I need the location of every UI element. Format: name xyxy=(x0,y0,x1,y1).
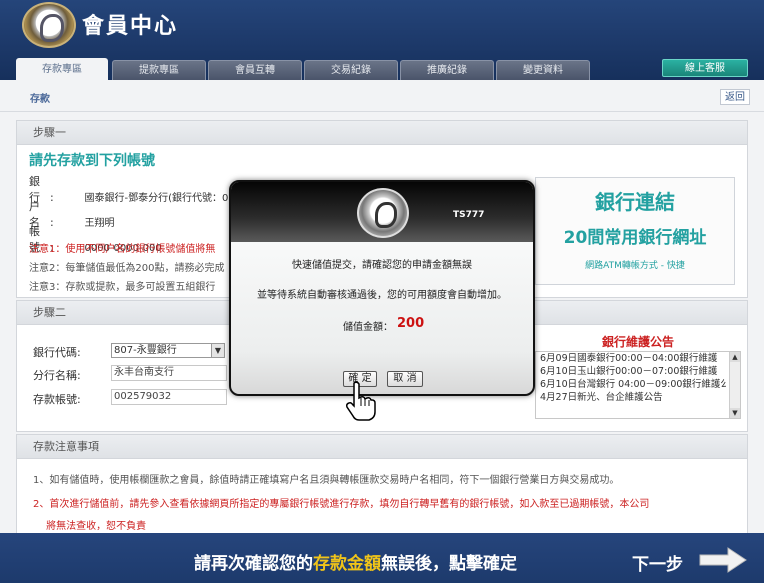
amount-label: 儲值金額： xyxy=(343,322,393,333)
dragon-logo-icon xyxy=(357,188,409,238)
hand-cursor-icon xyxy=(346,381,376,421)
instruction-text: 請再次確認您的存款金額無誤後，點擊確定 xyxy=(194,549,517,574)
dialog-header: TS777 xyxy=(231,182,533,242)
brand-code: TS777 xyxy=(453,210,485,220)
dialog-message-2: 並等待系統自動審核通過後，您的可用額度會自動增加。 xyxy=(257,290,507,301)
next-step-label[interactable]: 下一步 xyxy=(632,550,683,575)
dialog-message-1: 快速儲值提交，請確認您的申請金額無誤 xyxy=(292,260,472,271)
next-arrow-icon[interactable] xyxy=(698,547,748,573)
instruction-highlight: 存款金額 xyxy=(313,554,381,574)
amount-value: 200 xyxy=(397,316,425,331)
cancel-button[interactable]: 取 消 xyxy=(387,371,423,387)
instruction-post: 無誤後，點擊確定 xyxy=(381,554,517,574)
instruction-pre: 請再次確認您的 xyxy=(194,554,313,574)
confirm-dialog: TS777 快速儲值提交，請確認您的申請金額無誤 並等待系統自動審核通過後，您的… xyxy=(229,180,535,396)
bottom-instruction-bar: 請再次確認您的存款金額無誤後，點擊確定 下一步 xyxy=(0,533,764,583)
